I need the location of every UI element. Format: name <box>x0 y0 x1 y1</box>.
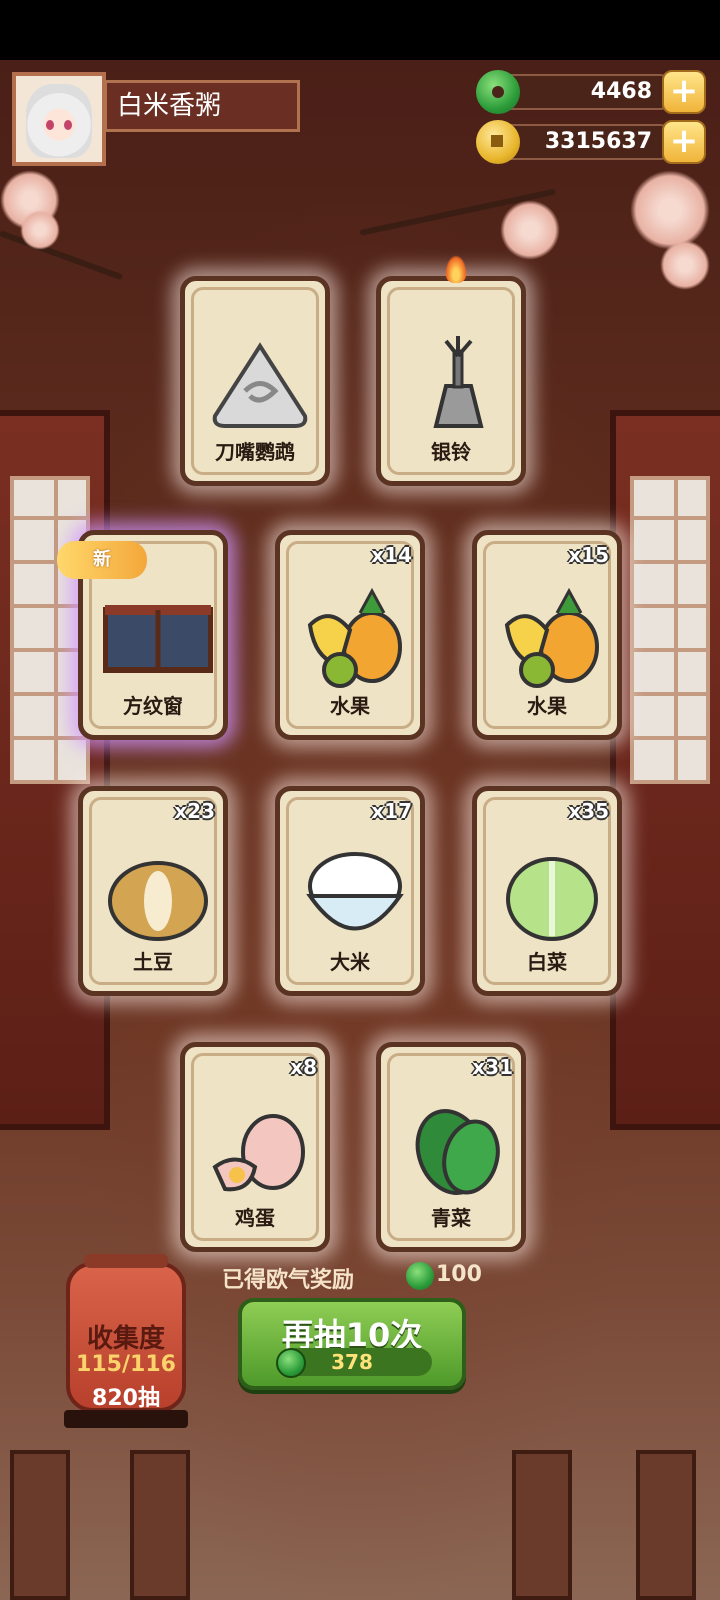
card-rice[interactable]: x17 大米 <box>275 786 425 996</box>
right-door-panel <box>610 410 720 1130</box>
card-cabbage[interactable]: x35 白菜 <box>472 786 622 996</box>
jade-icon <box>476 70 520 114</box>
draw-cost: 378 <box>331 1350 373 1374</box>
status-bar <box>0 0 720 60</box>
collection-lantern[interactable]: 收集度 115/116 820抽 <box>66 1254 186 1412</box>
fence-post <box>10 1450 70 1600</box>
greens-icon <box>415 1109 500 1195</box>
card-count: x35 <box>568 799 609 823</box>
card-label: 银铃 <box>431 440 471 464</box>
card-fruit[interactable]: x14 水果 <box>275 530 425 740</box>
card-label: 鸡蛋 <box>235 1206 275 1230</box>
new-badge: 新 <box>57 541 147 579</box>
card-silver-bell[interactable]: 银铃 <box>376 255 526 486</box>
cabbage-icon <box>506 857 598 941</box>
coin-icon <box>476 120 520 164</box>
avatar-eye <box>46 120 54 130</box>
card-label: 白菜 <box>527 950 567 974</box>
card-label: 土豆 <box>133 950 173 974</box>
lantern-stand <box>64 1410 188 1428</box>
fence-post <box>512 1450 572 1600</box>
reward-label: 已得欧气奖励 <box>222 1268 355 1293</box>
card-count: x8 <box>290 1055 317 1079</box>
jade-currency: 4468 + <box>476 70 706 114</box>
collection-draws: 820抽 <box>92 1386 160 1411</box>
card-window[interactable]: 新 方纹窗 <box>57 530 228 740</box>
right-lattice-window <box>630 476 710 784</box>
card-count: x17 <box>371 799 412 823</box>
player-avatar[interactable] <box>12 72 106 166</box>
card-greens[interactable]: x31 青菜 <box>376 1042 526 1252</box>
window-icon <box>103 605 213 673</box>
card-label: 水果 <box>527 694 567 718</box>
rice-bowl-icon <box>306 852 404 931</box>
card-label: 方纹窗 <box>123 694 183 718</box>
reward-value: 100 <box>436 1262 482 1287</box>
egg-icon <box>212 1114 305 1192</box>
draw-again-button[interactable]: 再抽10次 378 <box>238 1298 466 1390</box>
add-coins-button[interactable]: + <box>662 120 706 164</box>
jade-icon <box>406 1262 434 1290</box>
card-potato[interactable]: x23 土豆 <box>78 786 228 996</box>
card-count: x31 <box>472 1055 513 1079</box>
coin-amount: 3315637 <box>500 124 670 160</box>
left-door-panel <box>0 410 110 1130</box>
fruit-icon <box>307 587 402 688</box>
card-fruit[interactable]: x15 水果 <box>472 530 622 740</box>
avatar-face <box>26 84 92 158</box>
player-name: 白米香粥 <box>104 80 300 132</box>
blossom-flower <box>660 240 710 290</box>
fruit-icon <box>504 587 599 688</box>
blossom-flower <box>20 210 60 250</box>
card-label: 刀嘴鹦鹉 <box>215 440 295 464</box>
fence-post <box>636 1450 696 1600</box>
avatar-eye <box>64 120 72 130</box>
fence-post <box>130 1450 190 1600</box>
collection-progress: 115/116 <box>76 1352 176 1377</box>
card-label: 水果 <box>330 694 370 718</box>
card-count: x15 <box>568 543 609 567</box>
card-label: 青菜 <box>431 1206 471 1230</box>
rice-ball-icon <box>212 342 308 428</box>
fire-icon <box>445 255 467 283</box>
potato-icon <box>108 861 208 941</box>
card-count: x23 <box>174 799 215 823</box>
card-parrot[interactable]: 刀嘴鹦鹉 <box>180 276 330 486</box>
add-jade-button[interactable]: + <box>662 70 706 114</box>
collection-title: 收集度 <box>86 1324 165 1354</box>
blossom-flower <box>500 200 560 260</box>
coin-currency: 3315637 + <box>476 120 706 164</box>
card-egg[interactable]: x8 鸡蛋 <box>180 1042 330 1252</box>
bell-icon <box>433 336 484 428</box>
blossom-flower <box>630 170 710 250</box>
card-label: 大米 <box>330 950 370 974</box>
jade-amount: 4468 <box>500 74 670 110</box>
card-count: x14 <box>371 543 412 567</box>
lantern-cap <box>84 1254 168 1268</box>
